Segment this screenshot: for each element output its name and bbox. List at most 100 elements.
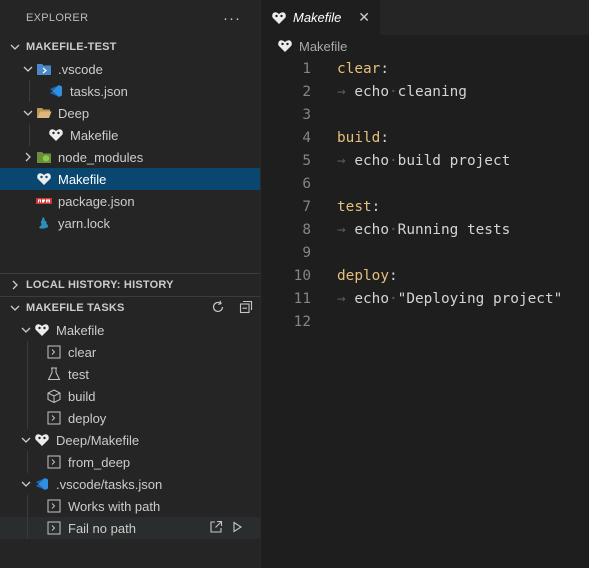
npm-icon — [36, 193, 52, 209]
chevron-down-icon — [20, 58, 36, 80]
command: echo — [354, 152, 389, 169]
tree-item-deep[interactable]: Deep — [0, 102, 261, 124]
terminal-icon — [46, 454, 62, 470]
tree-item-label: yarn.lock — [58, 215, 111, 231]
task-item-fail-no-path[interactable]: Fail no path — [0, 517, 261, 539]
code-line[interactable]: 12 — [261, 310, 589, 333]
open-file-icon[interactable] — [209, 520, 223, 537]
code-line[interactable]: 9 — [261, 241, 589, 264]
code-line[interactable]: 5 → echo·build project — [261, 149, 589, 172]
chevron-down-icon — [18, 319, 34, 341]
target-name: build — [337, 129, 381, 146]
code-line[interactable]: 8 → echo·Running tests — [261, 218, 589, 241]
space-whitespace-icon: · — [388, 152, 398, 169]
task-group-deep-makefile[interactable]: Deep/Makefile — [0, 429, 261, 451]
makefile-icon — [48, 127, 64, 143]
target-colon: : — [380, 129, 389, 146]
task-label: clear — [68, 344, 97, 360]
task-item-from-deep[interactable]: from_deep — [0, 451, 261, 473]
refresh-icon[interactable] — [211, 300, 225, 317]
task-item-build[interactable]: build — [0, 385, 261, 407]
makefile-icon — [36, 171, 52, 187]
code-line[interactable]: 11 → echo·"Deploying project" — [261, 287, 589, 310]
sidebar: EXPLORER ··· MAKEFILE-TEST .vscode tasks… — [0, 0, 261, 568]
tree-item-tasks-json[interactable]: tasks.json — [0, 80, 261, 102]
terminal-icon — [46, 498, 62, 514]
breadcrumb[interactable]: Makefile — [261, 35, 589, 57]
tree-item-node-modules[interactable]: node_modules — [0, 146, 261, 168]
task-group-label: .vscode/tasks.json — [56, 476, 163, 492]
line-number: 7 — [302, 198, 311, 215]
code-area[interactable]: 1 clear: 2 → echo·cleaning 3 4 build: 5 → echo·b… — [261, 57, 589, 333]
line-number: 3 — [302, 106, 311, 123]
line-number: 1 — [302, 60, 311, 77]
vscode-json-icon — [34, 476, 50, 492]
section-title: LOCAL HISTORY: HISTORY — [26, 279, 174, 291]
tree-item-makefile[interactable]: Makefile — [0, 168, 261, 190]
makefile-icon — [34, 432, 50, 448]
tree-item-vscode[interactable]: .vscode — [0, 58, 261, 80]
task-item-deploy[interactable]: deploy — [0, 407, 261, 429]
task-group-vscode-tasks[interactable]: .vscode/tasks.json — [0, 473, 261, 495]
line-number: 9 — [302, 244, 311, 261]
explorer-empty-space — [0, 234, 261, 273]
tab-whitespace-icon: → — [337, 221, 355, 238]
line-text: build: — [311, 130, 389, 146]
collapse-all-icon[interactable] — [239, 300, 253, 317]
terminal-icon — [46, 520, 62, 536]
tree-item-label: tasks.json — [70, 83, 128, 99]
line-text: → echo·cleaning — [311, 84, 467, 100]
target-colon: : — [371, 198, 381, 215]
tree-item-deep-makefile[interactable]: Makefile — [0, 124, 261, 146]
tree-item-yarn-lock[interactable]: yarn.lock — [0, 212, 261, 234]
code-line[interactable]: 4 build: — [261, 126, 589, 149]
task-label: Works with path — [68, 498, 161, 514]
target-name: deploy — [337, 267, 389, 284]
makefile-icon — [277, 39, 293, 53]
line-number: 6 — [302, 175, 311, 192]
space-whitespace-icon: · — [388, 83, 398, 100]
tab-whitespace-icon: → — [337, 152, 355, 169]
tab-label: Makefile — [293, 10, 342, 25]
command: echo — [354, 221, 389, 238]
code-line[interactable]: 2 → echo·cleaning — [261, 80, 589, 103]
chevron-down-icon — [18, 473, 34, 495]
code-line[interactable]: 6 — [261, 172, 589, 195]
code-line[interactable]: 10 deploy: — [261, 264, 589, 287]
code-line[interactable]: 7 test: — [261, 195, 589, 218]
task-group-label: Deep/Makefile — [56, 432, 140, 448]
task-group-makefile[interactable]: Makefile — [0, 319, 261, 341]
run-task-icon[interactable] — [231, 520, 243, 536]
terminal-icon — [46, 410, 62, 426]
target-name: test — [337, 198, 372, 215]
line-text: → echo·build project — [311, 153, 510, 169]
chevron-down-icon — [18, 429, 34, 451]
makefile-icon — [34, 322, 50, 338]
code-line[interactable]: 1 clear: — [261, 57, 589, 80]
command-args: cleaning — [397, 83, 467, 100]
section-local-history[interactable]: LOCAL HISTORY: HISTORY — [0, 274, 261, 296]
line-number: 10 — [293, 267, 311, 284]
task-item-clear[interactable]: clear — [0, 341, 261, 363]
tab-makefile[interactable]: Makefile ✕ — [261, 0, 380, 35]
line-number: 2 — [302, 83, 311, 100]
task-item-test[interactable]: test — [0, 363, 261, 385]
code-line[interactable]: 3 — [261, 103, 589, 126]
task-label: deploy — [68, 410, 107, 426]
chevron-down-icon — [20, 102, 36, 124]
line-text: deploy: — [311, 268, 398, 284]
tree-item-label: .vscode — [58, 61, 103, 77]
section-title: MAKEFILE TASKS — [26, 302, 125, 314]
section-makefile-test[interactable]: MAKEFILE-TEST — [0, 36, 261, 58]
target-colon: : — [388, 267, 398, 284]
line-number: 8 — [302, 221, 311, 238]
close-icon[interactable]: ✕ — [358, 9, 370, 26]
task-item-works-with-path[interactable]: Works with path — [0, 495, 261, 517]
more-actions-button[interactable]: ··· — [223, 10, 241, 27]
line-number: 4 — [302, 129, 311, 146]
target-name: clear — [337, 60, 381, 77]
beaker-icon — [46, 366, 62, 382]
tree-item-package-json[interactable]: package.json — [0, 190, 261, 212]
section-title: MAKEFILE-TEST — [26, 41, 117, 53]
section-makefile-tasks[interactable]: MAKEFILE TASKS — [0, 297, 261, 319]
